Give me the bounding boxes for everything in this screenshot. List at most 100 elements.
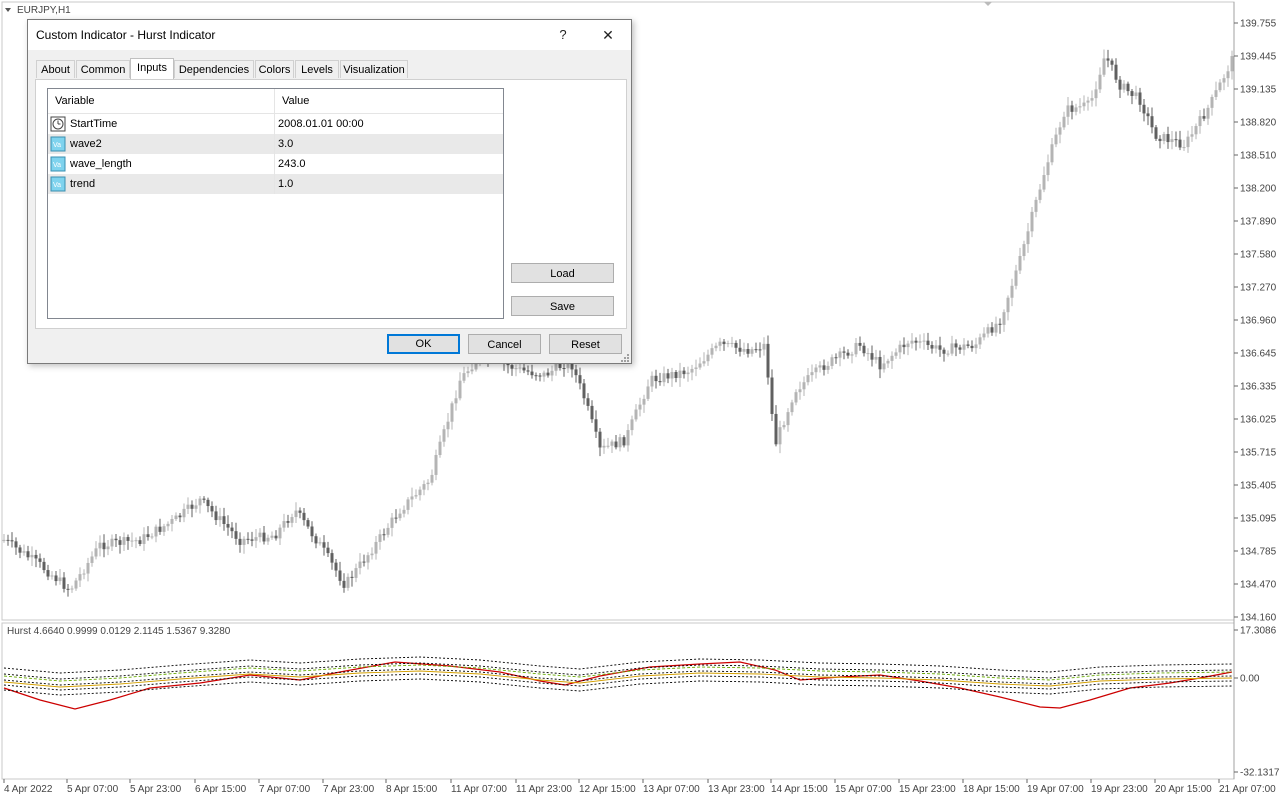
candle-body	[110, 538, 114, 547]
candle-body	[994, 323, 998, 333]
candle-body	[1046, 162, 1050, 176]
candle-body	[822, 365, 826, 370]
time-tick-label: 5 Apr 07:00	[67, 784, 119, 795]
price-tick-label: 139.135	[1240, 85, 1277, 96]
candle-body	[1198, 116, 1202, 127]
cancel-button[interactable]: Cancel	[468, 334, 541, 354]
variable-icon: Va	[50, 156, 66, 172]
reset-button[interactable]: Reset	[549, 334, 622, 354]
candle-body	[958, 347, 962, 350]
tab-colors[interactable]: Colors	[255, 60, 294, 78]
time-tick-label: 19 Apr 07:00	[1027, 784, 1084, 795]
tab-about[interactable]: About	[36, 60, 75, 78]
candle-body	[774, 413, 778, 445]
inputs-table[interactable]: Variable Value StartTime 2008.01.01 00:0…	[47, 88, 504, 319]
candle-body	[34, 554, 38, 559]
candle-body	[654, 375, 658, 382]
candle-body	[210, 506, 214, 512]
candle-body	[154, 526, 158, 537]
candle-body	[1150, 116, 1154, 128]
close-button[interactable]: ✕	[593, 24, 623, 46]
tab-common[interactable]: Common	[76, 60, 130, 78]
candle-body	[1026, 231, 1030, 245]
variable-value[interactable]: 243.0	[278, 154, 306, 174]
table-row[interactable]: Va wave2 3.0	[48, 134, 503, 154]
candle-body	[1086, 100, 1090, 103]
candle-body	[342, 580, 346, 588]
candle-body	[826, 365, 830, 370]
variable-icon: Va	[50, 136, 66, 152]
candle-body	[730, 342, 734, 344]
ok-button[interactable]: OK	[387, 334, 460, 354]
candle-body	[118, 540, 122, 545]
custom-indicator-dialog: Custom Indicator - Hurst Indicator ? ✕ A…	[27, 19, 632, 364]
candle-body	[610, 441, 614, 446]
candle-body	[682, 370, 686, 375]
candle-body	[310, 526, 314, 537]
candle-body	[450, 403, 454, 422]
candle-body	[702, 361, 706, 364]
dialog-titlebar[interactable]: Custom Indicator - Hurst Indicator ? ✕	[28, 20, 631, 50]
table-row[interactable]: Va trend 1.0	[48, 174, 503, 194]
table-row[interactable]: Va wave_length 243.0	[48, 154, 503, 174]
table-row[interactable]: StartTime 2008.01.01 00:00	[48, 114, 503, 134]
candle-body	[306, 520, 310, 527]
tab-visualization[interactable]: Visualization	[340, 60, 408, 78]
candle-body	[930, 345, 934, 349]
candle-body	[214, 511, 218, 521]
candle-body	[242, 538, 246, 545]
candle-body	[150, 536, 154, 538]
candle-body	[274, 535, 278, 539]
candle-body	[398, 513, 402, 519]
candle-body	[382, 534, 386, 536]
indicator-tick-label: 0.00	[1240, 674, 1260, 685]
load-button[interactable]: Load	[511, 263, 614, 283]
candle-body	[786, 412, 790, 426]
price-tick-label: 137.270	[1240, 283, 1277, 294]
tab-dependencies[interactable]: Dependencies	[174, 60, 254, 78]
candle-body	[970, 345, 974, 349]
header-value[interactable]: Value	[274, 89, 503, 113]
candle-body	[626, 430, 630, 446]
candle-body	[386, 527, 390, 535]
candle-body	[878, 356, 882, 370]
tab-inputs[interactable]: Inputs	[130, 58, 174, 79]
tab-levels[interactable]: Levels	[295, 60, 339, 78]
candle-body	[1018, 256, 1022, 271]
candle-body	[734, 342, 738, 348]
variable-value[interactable]: 2008.01.01 00:00	[278, 114, 364, 134]
candle-body	[1094, 89, 1098, 99]
candle-body	[1002, 312, 1006, 325]
header-variable[interactable]: Variable	[48, 89, 274, 113]
candle-body	[1154, 127, 1158, 139]
candle-body	[558, 363, 562, 369]
candle-body	[126, 537, 130, 541]
candle-body	[594, 419, 598, 432]
candle-body	[114, 538, 118, 541]
candle-body	[830, 357, 834, 366]
candle-body	[1158, 138, 1162, 142]
indicator-subwindow[interactable]	[1, 622, 1235, 780]
save-button[interactable]: Save	[511, 296, 614, 316]
variable-name: wave_length	[70, 158, 132, 170]
indicator-label: Hurst 4.6640 0.9999 0.0129 2.1145 1.5367…	[7, 626, 231, 637]
candle-body	[42, 561, 46, 571]
variable-value[interactable]: 3.0	[278, 134, 293, 154]
price-tick-label: 136.645	[1240, 349, 1277, 360]
candle-body	[302, 512, 306, 521]
price-tick-label: 138.200	[1240, 184, 1277, 195]
candle-body	[1010, 285, 1014, 298]
candle-body	[1134, 92, 1138, 96]
variable-value[interactable]: 1.0	[278, 174, 293, 194]
candle-body	[522, 367, 526, 371]
candle-body	[1190, 134, 1194, 137]
candle-body	[882, 363, 886, 370]
candle-body	[202, 498, 206, 500]
candle-body	[694, 367, 698, 369]
resize-grip-icon[interactable]	[620, 352, 630, 362]
candle-body	[1214, 90, 1218, 97]
candle-body	[410, 496, 414, 500]
help-button[interactable]: ?	[548, 24, 578, 46]
candle-body	[218, 516, 222, 521]
candle-body	[770, 377, 774, 414]
